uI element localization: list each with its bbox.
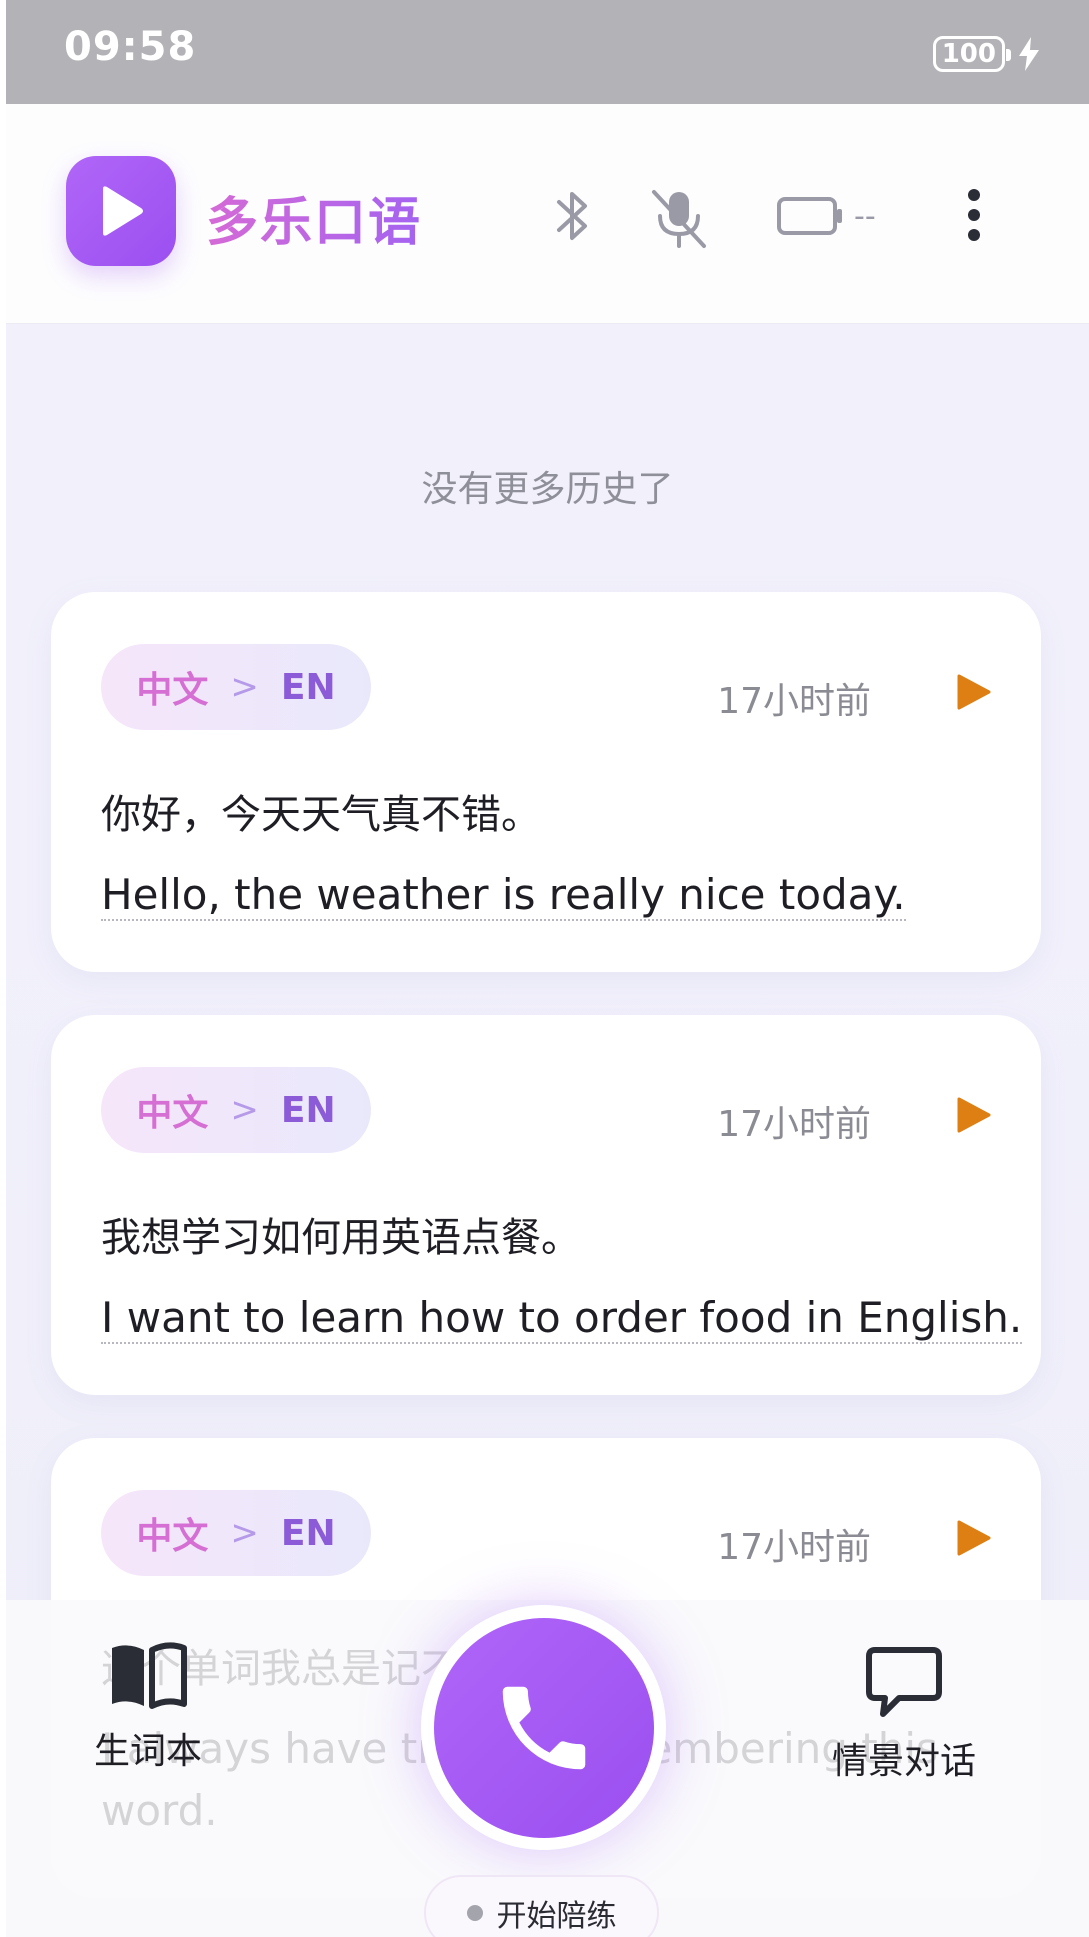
chevron-right-icon: > — [230, 667, 259, 707]
nav-vocabulary-label: 生词本 — [94, 1731, 203, 1772]
play-logo-icon — [103, 186, 143, 236]
more-options-icon[interactable] — [966, 188, 982, 242]
start-practice-label: 开始陪练 — [496, 1898, 617, 1934]
app-logo — [66, 156, 176, 266]
card-timestamp: 17小时前 — [717, 1104, 871, 1145]
nav-vocabulary-book[interactable]: 生词本 — [94, 1640, 202, 1774]
language-pill[interactable]: 中文 > EN — [101, 644, 371, 730]
phone-battery-level: 100 — [941, 39, 996, 69]
bluetooth-icon[interactable] — [551, 186, 595, 246]
status-time: 09:58 — [64, 24, 197, 70]
status-right: 100 — [932, 36, 1039, 72]
mic-off-icon[interactable] — [648, 186, 710, 252]
start-practice-pill[interactable]: 开始陪练 — [424, 1875, 659, 1937]
device-battery: -- — [776, 196, 876, 236]
english-sentence[interactable]: Hello, the weather is really nice today. — [101, 870, 906, 921]
start-call-button[interactable] — [421, 1605, 666, 1850]
play-audio-icon[interactable] — [957, 674, 991, 710]
status-dot — [466, 1904, 483, 1921]
source-language: 中文 — [136, 1516, 209, 1557]
start-call-button-inner[interactable] — [433, 1617, 654, 1838]
english-text[interactable]: I want to learn how to order food in Eng… — [101, 1293, 1023, 1344]
source-language: 中文 — [136, 670, 209, 711]
chevron-right-icon: > — [230, 1513, 259, 1553]
english-text[interactable]: Hello, the weather is really nice today. — [101, 870, 906, 921]
language-pill[interactable]: 中文 > EN — [101, 1490, 371, 1576]
charging-icon — [1019, 37, 1039, 71]
card-timestamp: 17小时前 — [717, 681, 871, 722]
target-language: EN — [280, 1089, 336, 1131]
play-audio-icon[interactable] — [957, 1097, 991, 1133]
chevron-right-icon: > — [230, 1090, 259, 1130]
status-bar: 09:58 100 — [6, 0, 1089, 104]
app-header: 多乐口语 -- — [6, 104, 1089, 324]
play-audio-icon[interactable] — [957, 1520, 991, 1556]
app-screen: 09:58 100 多乐口语 -- 没有更多历史了 中文 > EN 17小时前 … — [6, 0, 1089, 1937]
target-language: EN — [280, 1512, 336, 1554]
device-battery-icon — [777, 197, 842, 235]
card-timestamp: 17小时前 — [717, 1527, 871, 1568]
no-more-history-text: 没有更多历史了 — [421, 469, 674, 510]
english-sentence[interactable]: I want to learn how to order food in Eng… — [101, 1293, 1023, 1344]
translation-card: 中文 > EN 17小时前 我想学习如何用英语点餐。 I want to lea… — [51, 1015, 1041, 1395]
english-text: word. — [101, 1786, 218, 1835]
chinese-text: 你好，今天天气真不错。 — [101, 792, 541, 838]
phone-battery-icon: 100 — [932, 36, 1012, 72]
app-title: 多乐口语 — [206, 180, 422, 255]
target-language: EN — [280, 666, 336, 708]
device-battery-text: -- — [854, 198, 876, 234]
chat-bubble-icon — [866, 1647, 942, 1717]
source-language: 中文 — [136, 1093, 209, 1134]
translation-card: 中文 > EN 17小时前 你好，今天天气真不错。 Hello, the wea… — [51, 592, 1041, 972]
chinese-text: 我想学习如何用英语点餐。 — [101, 1215, 581, 1261]
phone-icon — [502, 1686, 585, 1769]
book-icon — [112, 1642, 187, 1709]
nav-scenario-label: 情景对话 — [832, 1741, 977, 1782]
language-pill[interactable]: 中文 > EN — [101, 1067, 371, 1153]
nav-scenario-dialogue[interactable]: 情景对话 — [832, 1646, 976, 1784]
